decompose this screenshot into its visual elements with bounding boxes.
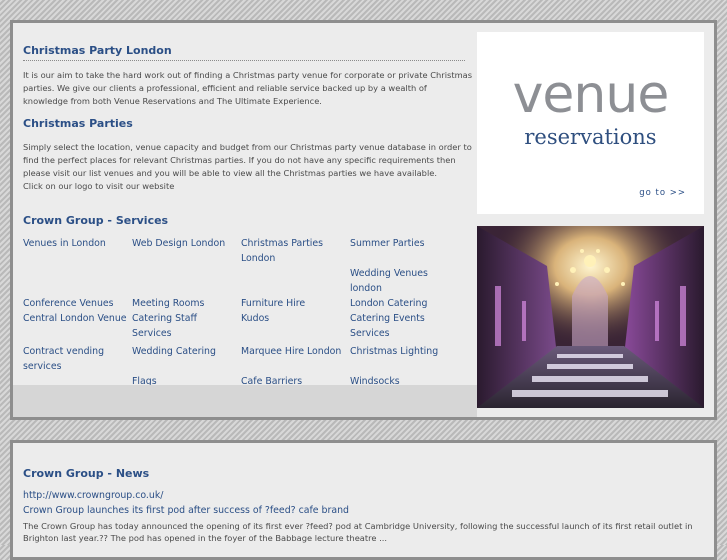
services-row: Wedding Venues london — [23, 266, 467, 296]
service-link[interactable]: Catering Staff Services — [132, 311, 241, 341]
service-link[interactable]: Christmas Parties London — [241, 236, 350, 266]
service-link[interactable]: Kudos — [241, 311, 350, 341]
logo-reservations-text: reservations — [524, 125, 657, 149]
service-link[interactable]: Furniture Hire — [241, 296, 350, 311]
service-link[interactable]: London Catering — [350, 296, 459, 311]
news-body: The Crown Group has today announced the … — [23, 521, 693, 543]
service-link[interactable]: Venues in London — [23, 236, 132, 266]
services-row: Central London Venue Catering Staff Servi… — [23, 311, 467, 341]
logo-venue-text: venue — [512, 65, 670, 125]
intro-text: It is our aim to take the hard work out … — [23, 70, 473, 106]
services-title: Crown Group - Services — [23, 214, 169, 227]
parties-text-block: Simply select the location, venue capaci… — [23, 141, 473, 193]
service-cell-empty — [23, 266, 132, 296]
hall-photo-image — [477, 226, 704, 408]
service-link[interactable]: Catering Events Services — [350, 311, 459, 341]
service-link[interactable]: Conference Venues — [23, 296, 132, 311]
service-link[interactable]: Central London Venue — [23, 311, 132, 341]
news-url-link[interactable]: http://www.crowngroup.co.uk/ — [23, 490, 163, 501]
service-link[interactable]: Wedding Venues london — [350, 266, 459, 296]
parties-title: Christmas Parties — [23, 117, 133, 130]
service-cell-empty — [132, 266, 241, 296]
services-row: Venues in London Web Design London Christm… — [23, 236, 467, 266]
services-row: Conference Venues Meeting Rooms Furniture … — [23, 296, 467, 311]
service-link[interactable]: Contract vending services — [23, 344, 132, 374]
news-title: Crown Group - News — [23, 467, 150, 480]
main-panel: Christmas Party London It is our aim to … — [10, 20, 717, 420]
service-link[interactable]: Meeting Rooms — [132, 296, 241, 311]
venue-reservations-logo[interactable]: venue reservations go to >> — [477, 32, 704, 214]
news-panel-content: Crown Group - News http://www.crowngroup… — [13, 443, 714, 557]
main-panel-content: Christmas Party London It is our aim to … — [13, 23, 714, 417]
intro-title: Christmas Party London — [23, 44, 465, 61]
service-link[interactable]: Marquee Hire London — [241, 344, 350, 374]
panel-footer-strip — [13, 385, 477, 417]
service-link[interactable]: Summer Parties — [350, 236, 459, 266]
logo-hint: Click on our logo to visit our website — [23, 181, 175, 191]
parties-text: Simply select the location, venue capaci… — [23, 142, 472, 178]
service-link[interactable]: Web Design London — [132, 236, 241, 266]
news-panel: Crown Group - News http://www.crowngroup… — [10, 440, 717, 560]
service-cell-empty — [241, 266, 350, 296]
goto-link[interactable]: go to >> — [639, 188, 686, 198]
service-link[interactable]: Christmas Lighting — [350, 344, 459, 374]
service-link[interactable]: Wedding Catering — [132, 344, 241, 374]
services-row: Contract vending services Wedding Caterin… — [23, 344, 467, 374]
venue-hall-photo — [477, 226, 704, 408]
news-headline-link[interactable]: Crown Group launches its first pod after… — [23, 505, 349, 516]
